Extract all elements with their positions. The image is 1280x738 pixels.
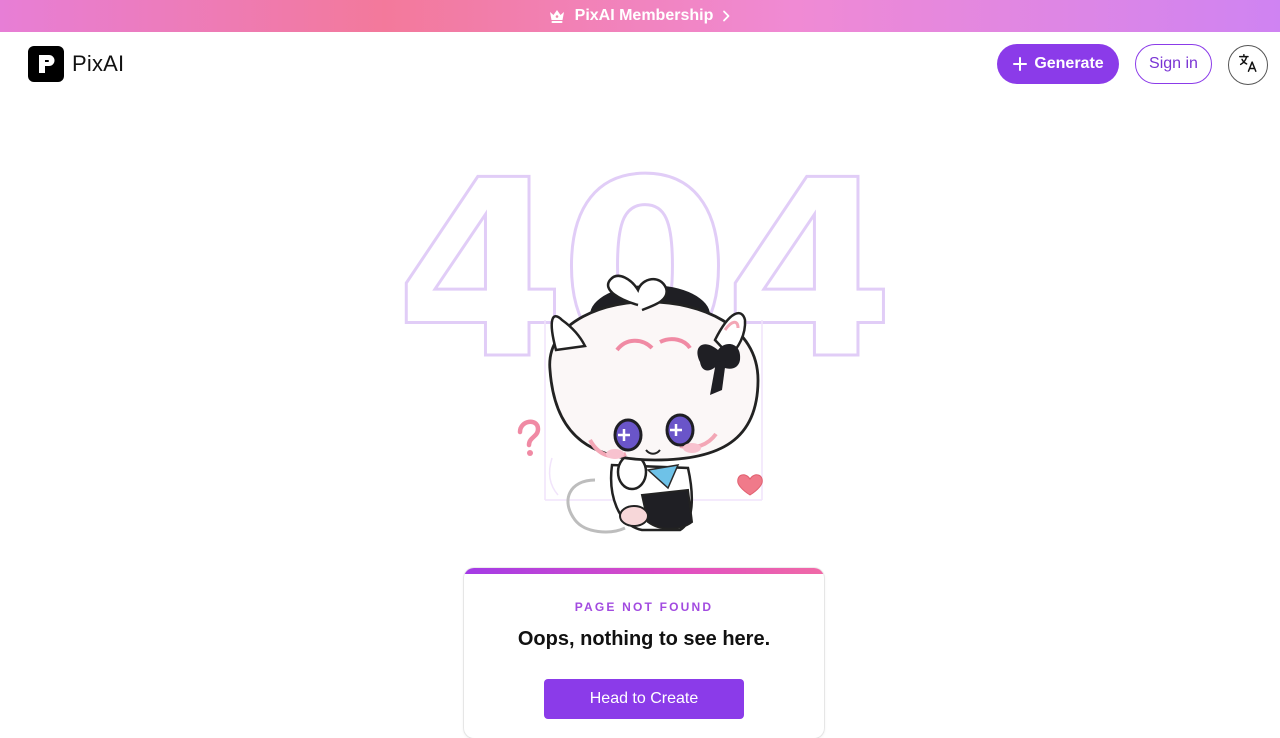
card-gradient-bar <box>464 568 824 574</box>
translate-icon <box>1237 52 1259 79</box>
language-button[interactable] <box>1228 45 1268 85</box>
sign-in-button[interactable]: Sign in <box>1135 44 1212 84</box>
question-mark-icon <box>517 419 541 456</box>
crown-icon <box>547 6 567 26</box>
pixai-logo-icon <box>28 46 64 82</box>
not-found-card: PAGE NOT FOUND Oops, nothing to see here… <box>464 568 824 738</box>
head-to-create-button[interactable]: Head to Create <box>544 679 744 719</box>
heart-icon <box>737 474 763 496</box>
card-title: Oops, nothing to see here. <box>517 628 771 650</box>
logo-text: PixAI <box>72 51 125 76</box>
membership-banner-label: PixAI Membership <box>574 7 714 24</box>
membership-banner[interactable]: PixAI Membership <box>0 0 1280 32</box>
plus-icon <box>1012 56 1028 72</box>
not-found-illustration: 404 <box>380 127 910 550</box>
logo-link[interactable]: PixAI <box>28 46 124 82</box>
generate-button-label: Generate <box>1034 55 1104 72</box>
generate-button[interactable]: Generate <box>997 44 1119 84</box>
page-not-found-label: PAGE NOT FOUND <box>574 600 714 614</box>
chevron-right-icon <box>719 9 733 23</box>
site-header: PixAI Generate Sign in <box>0 32 1280 96</box>
